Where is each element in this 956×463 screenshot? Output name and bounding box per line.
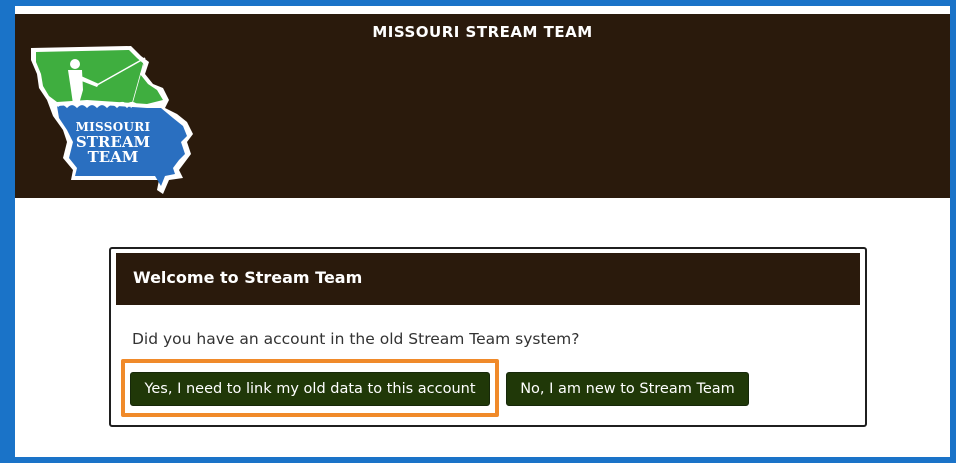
logo-line-team: TEAM (87, 148, 139, 166)
missouri-map-icon (31, 46, 193, 194)
logo-wordmark: MISSOURI STREAM TEAM (73, 120, 153, 165)
welcome-title: Welcome to Stream Team (133, 268, 363, 287)
account-question: Did you have an account in the old Strea… (132, 330, 580, 348)
welcome-card-header: Welcome to Stream Team (116, 253, 860, 305)
welcome-card: Welcome to Stream Team Did you have an a… (109, 247, 867, 427)
link-old-data-button[interactable]: Yes, I need to link my old data to this … (130, 372, 490, 406)
missouri-stream-team-logo[interactable]: MISSOURI STREAM TEAM (27, 30, 202, 195)
new-user-button[interactable]: No, I am new to Stream Team (506, 372, 749, 406)
site-header: MISSOURI STREAM TEAM MISSOURI STREAM TEA… (15, 14, 950, 198)
